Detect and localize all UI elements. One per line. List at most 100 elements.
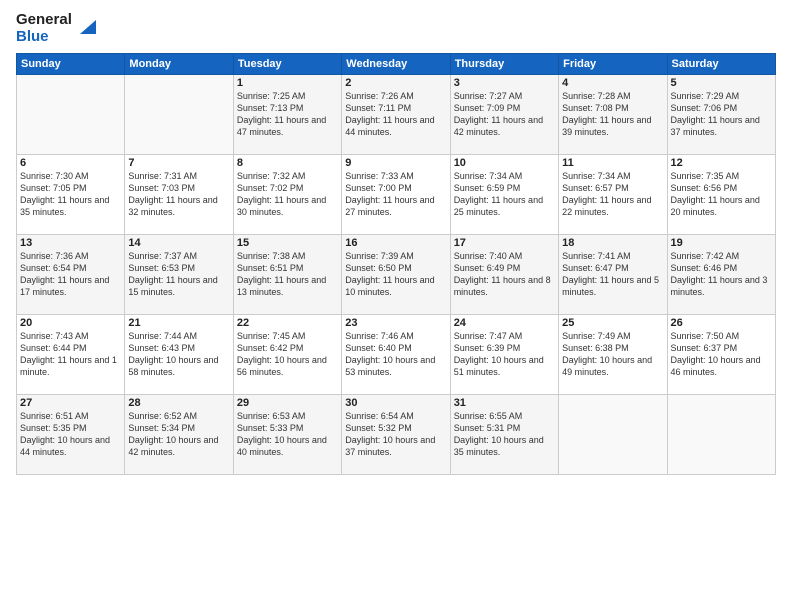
calendar-cell [125, 75, 233, 155]
calendar-cell [17, 75, 125, 155]
day-info: Sunrise: 7:40 AM Sunset: 6:49 PM Dayligh… [454, 250, 555, 299]
day-info: Sunrise: 7:31 AM Sunset: 7:03 PM Dayligh… [128, 170, 229, 219]
calendar-header-monday: Monday [125, 54, 233, 75]
calendar-header-wednesday: Wednesday [342, 54, 450, 75]
logo-general: General [16, 12, 72, 29]
calendar-header-tuesday: Tuesday [233, 54, 341, 75]
calendar-cell: 12Sunrise: 7:35 AM Sunset: 6:56 PM Dayli… [667, 155, 775, 235]
day-info: Sunrise: 7:42 AM Sunset: 6:46 PM Dayligh… [671, 250, 772, 299]
calendar-cell: 17Sunrise: 7:40 AM Sunset: 6:49 PM Dayli… [450, 235, 558, 315]
day-number: 23 [345, 317, 446, 329]
day-number: 30 [345, 397, 446, 409]
day-number: 3 [454, 77, 555, 89]
calendar-header-row: SundayMondayTuesdayWednesdayThursdayFrid… [17, 54, 776, 75]
day-info: Sunrise: 7:30 AM Sunset: 7:05 PM Dayligh… [20, 170, 121, 219]
day-info: Sunrise: 7:44 AM Sunset: 6:43 PM Dayligh… [128, 330, 229, 379]
day-number: 31 [454, 397, 555, 409]
day-info: Sunrise: 7:50 AM Sunset: 6:37 PM Dayligh… [671, 330, 772, 379]
day-info: Sunrise: 7:33 AM Sunset: 7:00 PM Dayligh… [345, 170, 446, 219]
logo-blue: Blue [16, 29, 72, 46]
day-info: Sunrise: 7:26 AM Sunset: 7:11 PM Dayligh… [345, 90, 446, 139]
calendar-header-sunday: Sunday [17, 54, 125, 75]
day-number: 6 [20, 157, 121, 169]
day-number: 13 [20, 237, 121, 249]
day-number: 29 [237, 397, 338, 409]
day-number: 14 [128, 237, 229, 249]
calendar-cell: 16Sunrise: 7:39 AM Sunset: 6:50 PM Dayli… [342, 235, 450, 315]
day-info: Sunrise: 7:27 AM Sunset: 7:09 PM Dayligh… [454, 90, 555, 139]
day-number: 24 [454, 317, 555, 329]
calendar-cell: 8Sunrise: 7:32 AM Sunset: 7:02 PM Daylig… [233, 155, 341, 235]
calendar-week-5: 27Sunrise: 6:51 AM Sunset: 5:35 PM Dayli… [17, 395, 776, 475]
day-number: 16 [345, 237, 446, 249]
logo: General Blue [16, 12, 96, 45]
day-number: 21 [128, 317, 229, 329]
logo-triangle-icon [74, 16, 96, 38]
day-info: Sunrise: 7:47 AM Sunset: 6:39 PM Dayligh… [454, 330, 555, 379]
calendar-cell: 15Sunrise: 7:38 AM Sunset: 6:51 PM Dayli… [233, 235, 341, 315]
day-number: 28 [128, 397, 229, 409]
calendar-cell [667, 395, 775, 475]
day-number: 18 [562, 237, 663, 249]
calendar-cell: 2Sunrise: 7:26 AM Sunset: 7:11 PM Daylig… [342, 75, 450, 155]
day-info: Sunrise: 7:49 AM Sunset: 6:38 PM Dayligh… [562, 330, 663, 379]
calendar-cell: 22Sunrise: 7:45 AM Sunset: 6:42 PM Dayli… [233, 315, 341, 395]
calendar-cell: 31Sunrise: 6:55 AM Sunset: 5:31 PM Dayli… [450, 395, 558, 475]
calendar-week-1: 1Sunrise: 7:25 AM Sunset: 7:13 PM Daylig… [17, 75, 776, 155]
calendar-cell: 24Sunrise: 7:47 AM Sunset: 6:39 PM Dayli… [450, 315, 558, 395]
day-info: Sunrise: 7:29 AM Sunset: 7:06 PM Dayligh… [671, 90, 772, 139]
day-info: Sunrise: 6:54 AM Sunset: 5:32 PM Dayligh… [345, 410, 446, 459]
calendar-cell: 3Sunrise: 7:27 AM Sunset: 7:09 PM Daylig… [450, 75, 558, 155]
calendar-cell: 13Sunrise: 7:36 AM Sunset: 6:54 PM Dayli… [17, 235, 125, 315]
day-number: 7 [128, 157, 229, 169]
calendar-cell: 21Sunrise: 7:44 AM Sunset: 6:43 PM Dayli… [125, 315, 233, 395]
day-number: 19 [671, 237, 772, 249]
day-number: 22 [237, 317, 338, 329]
day-number: 10 [454, 157, 555, 169]
day-number: 15 [237, 237, 338, 249]
calendar-cell: 6Sunrise: 7:30 AM Sunset: 7:05 PM Daylig… [17, 155, 125, 235]
calendar-cell: 25Sunrise: 7:49 AM Sunset: 6:38 PM Dayli… [559, 315, 667, 395]
calendar-cell: 4Sunrise: 7:28 AM Sunset: 7:08 PM Daylig… [559, 75, 667, 155]
calendar-cell: 27Sunrise: 6:51 AM Sunset: 5:35 PM Dayli… [17, 395, 125, 475]
day-info: Sunrise: 7:41 AM Sunset: 6:47 PM Dayligh… [562, 250, 663, 299]
header: General Blue [16, 12, 776, 45]
calendar-cell: 10Sunrise: 7:34 AM Sunset: 6:59 PM Dayli… [450, 155, 558, 235]
day-number: 17 [454, 237, 555, 249]
day-info: Sunrise: 7:45 AM Sunset: 6:42 PM Dayligh… [237, 330, 338, 379]
calendar-cell: 20Sunrise: 7:43 AM Sunset: 6:44 PM Dayli… [17, 315, 125, 395]
day-info: Sunrise: 7:36 AM Sunset: 6:54 PM Dayligh… [20, 250, 121, 299]
day-info: Sunrise: 7:28 AM Sunset: 7:08 PM Dayligh… [562, 90, 663, 139]
calendar-header-saturday: Saturday [667, 54, 775, 75]
day-info: Sunrise: 7:38 AM Sunset: 6:51 PM Dayligh… [237, 250, 338, 299]
day-number: 8 [237, 157, 338, 169]
calendar-table: SundayMondayTuesdayWednesdayThursdayFrid… [16, 53, 776, 475]
day-number: 25 [562, 317, 663, 329]
day-info: Sunrise: 7:39 AM Sunset: 6:50 PM Dayligh… [345, 250, 446, 299]
day-number: 9 [345, 157, 446, 169]
day-info: Sunrise: 7:34 AM Sunset: 6:57 PM Dayligh… [562, 170, 663, 219]
day-number: 27 [20, 397, 121, 409]
calendar-cell: 1Sunrise: 7:25 AM Sunset: 7:13 PM Daylig… [233, 75, 341, 155]
calendar-week-2: 6Sunrise: 7:30 AM Sunset: 7:05 PM Daylig… [17, 155, 776, 235]
day-info: Sunrise: 6:53 AM Sunset: 5:33 PM Dayligh… [237, 410, 338, 459]
calendar-week-3: 13Sunrise: 7:36 AM Sunset: 6:54 PM Dayli… [17, 235, 776, 315]
calendar-cell: 29Sunrise: 6:53 AM Sunset: 5:33 PM Dayli… [233, 395, 341, 475]
day-info: Sunrise: 7:43 AM Sunset: 6:44 PM Dayligh… [20, 330, 121, 379]
day-number: 26 [671, 317, 772, 329]
day-number: 2 [345, 77, 446, 89]
day-info: Sunrise: 7:34 AM Sunset: 6:59 PM Dayligh… [454, 170, 555, 219]
calendar-header-friday: Friday [559, 54, 667, 75]
calendar-week-4: 20Sunrise: 7:43 AM Sunset: 6:44 PM Dayli… [17, 315, 776, 395]
day-info: Sunrise: 7:35 AM Sunset: 6:56 PM Dayligh… [671, 170, 772, 219]
day-number: 4 [562, 77, 663, 89]
calendar-cell: 9Sunrise: 7:33 AM Sunset: 7:00 PM Daylig… [342, 155, 450, 235]
calendar-cell: 5Sunrise: 7:29 AM Sunset: 7:06 PM Daylig… [667, 75, 775, 155]
calendar-cell: 7Sunrise: 7:31 AM Sunset: 7:03 PM Daylig… [125, 155, 233, 235]
day-info: Sunrise: 6:52 AM Sunset: 5:34 PM Dayligh… [128, 410, 229, 459]
day-number: 20 [20, 317, 121, 329]
day-number: 5 [671, 77, 772, 89]
calendar-header-thursday: Thursday [450, 54, 558, 75]
page: General Blue SundayMondayTuesdayWednesda… [0, 0, 792, 612]
day-info: Sunrise: 7:46 AM Sunset: 6:40 PM Dayligh… [345, 330, 446, 379]
